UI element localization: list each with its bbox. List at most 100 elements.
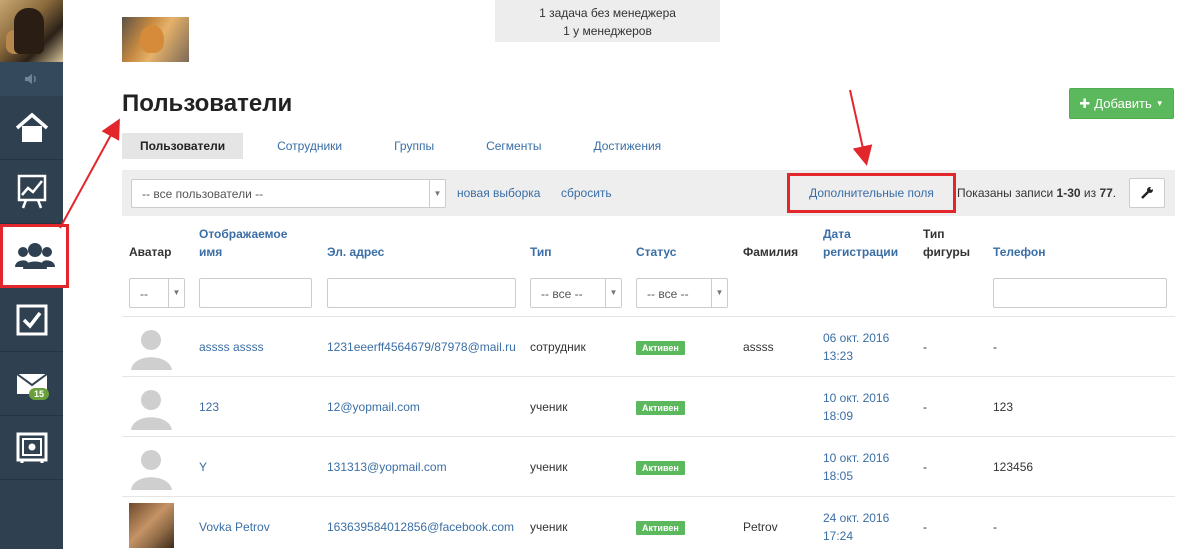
type-filter[interactable]: -- все -- ▼ [530, 278, 622, 308]
segment-select-value: -- все пользователи -- [142, 187, 264, 201]
segment-select[interactable]: -- все пользователи -- ▼ [131, 179, 446, 208]
sidebar-item-settings[interactable] [0, 416, 63, 480]
sidebar-item-statistics[interactable] [0, 160, 63, 224]
user-email-link[interactable]: 12@yopmail.com [327, 398, 420, 416]
column-filters: -- ▼ -- все -- ▼ -- все -- ▼ [122, 276, 1175, 316]
table-row[interactable]: Y 131313@yopmail.com ученик Активен 10 о… [122, 436, 1175, 496]
chart-board-icon [17, 174, 46, 208]
settings-button[interactable] [1129, 178, 1165, 208]
figure-type: - [923, 460, 927, 474]
chevron-down-icon: ▼ [168, 279, 184, 307]
status-badge: Активен [636, 521, 685, 535]
user-type: сотрудник [530, 340, 586, 354]
chevron-down-icon: ▼ [605, 279, 621, 307]
user-phone: 123456 [993, 460, 1034, 474]
plus-icon: ✚ [1079, 95, 1091, 111]
records-shown: Показаны записи 1-30 из 77. [957, 186, 1117, 200]
registration-date: 24 окт. 2016 17:24 [823, 511, 890, 543]
registration-date: 10 окт. 2016 18:05 [823, 451, 890, 483]
notice-line-assigned: 1 у менеджеров [563, 24, 652, 38]
figure-type: - [923, 400, 927, 414]
figure-type: - [923, 520, 927, 534]
chevron-down-icon: ▼ [711, 279, 727, 307]
user-email-link[interactable]: 163639584012856@facebook.com [327, 518, 514, 536]
caret-down-icon: ▼ [1155, 99, 1164, 108]
user-phone: - [993, 520, 997, 534]
col-avatar: Аватар [129, 245, 172, 259]
user-name-link[interactable]: Y [199, 458, 207, 476]
user-type: ученик [530, 400, 568, 414]
safe-gear-icon [16, 432, 47, 463]
table-row[interactable]: Vovka Petrov 163639584012856@facebook.co… [122, 496, 1175, 549]
status-badge: Активен [636, 401, 685, 415]
phone-filter-input[interactable] [993, 278, 1167, 308]
tab-groups[interactable]: Группы [376, 133, 452, 159]
table-header: Аватар Отображаемое имя Эл. адрес Тип Ста… [122, 222, 1175, 270]
table-row[interactable]: assss assss 1231eeerff4564679/87978@mail… [122, 316, 1175, 376]
email-filter-input[interactable] [327, 278, 516, 308]
col-lastname: Фамилия [743, 245, 799, 259]
arrow-to-extra-fields [849, 89, 873, 166]
col-status[interactable]: Статус [636, 243, 676, 261]
new-selection-link[interactable]: новая выборка [457, 186, 540, 200]
sidebar-item-home[interactable] [0, 96, 63, 160]
task-notice[interactable]: 1 задача без менеджера 1 у менеджеров [495, 0, 720, 42]
page-title: Пользователи [122, 90, 293, 117]
col-registration-date[interactable]: Дата регистрации [823, 225, 898, 261]
sidebar-item-users[interactable] [0, 224, 69, 288]
add-button[interactable]: ✚ Добавить ▼ [1069, 88, 1174, 119]
sidebar-user-photo[interactable] [0, 0, 63, 62]
home-icon [15, 112, 48, 142]
tabs: Пользователи Сотрудники Группы Сегменты … [122, 133, 695, 159]
user-type: ученик [530, 460, 568, 474]
current-user-avatar[interactable] [122, 17, 189, 62]
display-name-filter-input[interactable] [199, 278, 312, 308]
add-button-label: Добавить [1094, 96, 1152, 111]
avatar-filter[interactable]: -- ▼ [129, 278, 185, 308]
tab-users[interactable]: Пользователи [122, 133, 244, 159]
reset-link[interactable]: сбросить [561, 186, 612, 200]
tab-segments[interactable]: Сегменты [468, 133, 559, 159]
status-filter[interactable]: -- все -- ▼ [636, 278, 728, 308]
table-row[interactable]: 123 12@yopmail.com ученик Активен 10 окт… [122, 376, 1175, 436]
wrench-icon [1141, 187, 1153, 199]
user-phone: - [993, 340, 997, 354]
status-badge: Активен [636, 341, 685, 355]
status-badge: Активен [636, 461, 685, 475]
registration-date: 06 окт. 2016 13:23 [823, 331, 890, 363]
notice-line-unassigned: 1 задача без менеджера [539, 6, 676, 20]
arrow-to-title [59, 118, 120, 229]
default-avatar-icon [129, 325, 174, 370]
filter-bar: -- все пользователи -- ▼ новая выборка с… [122, 170, 1175, 216]
sidebar-item-messages[interactable]: 15 [0, 352, 63, 416]
col-type[interactable]: Тип [530, 243, 552, 261]
col-phone[interactable]: Телефон [993, 243, 1045, 261]
user-type: ученик [530, 520, 568, 534]
col-display-name[interactable]: Отображаемое имя [199, 225, 287, 261]
chevron-down-icon: ▼ [429, 180, 445, 207]
speaker-icon[interactable] [0, 62, 63, 96]
user-lastname: Petrov [743, 520, 778, 534]
users-icon [14, 243, 55, 269]
user-name-link[interactable]: 123 [199, 398, 219, 416]
default-avatar-icon [129, 385, 174, 430]
user-lastname: assss [743, 340, 774, 354]
default-avatar-icon [129, 445, 174, 490]
sidebar-item-tasks[interactable] [0, 288, 63, 352]
figure-type: - [923, 340, 927, 354]
user-phone: 123 [993, 400, 1014, 414]
user-email-link[interactable]: 131313@yopmail.com [327, 458, 447, 476]
registration-date: 10 окт. 2016 18:09 [823, 391, 890, 423]
tab-achievements[interactable]: Достижения [575, 133, 679, 159]
sidebar: 15 [0, 0, 69, 549]
tab-employees[interactable]: Сотрудники [259, 133, 360, 159]
user-avatar [129, 503, 174, 548]
col-figure-type: Тип фигуры [923, 227, 970, 259]
extra-fields-link[interactable]: Дополнительные поля [787, 173, 956, 213]
user-name-link[interactable]: Vovka Petrov [199, 518, 270, 536]
col-email[interactable]: Эл. адрес [327, 243, 384, 261]
mail-count-badge: 15 [29, 388, 50, 400]
user-email-link[interactable]: 1231eeerff4564679/87978@mail.ru [327, 338, 516, 356]
checkbox-icon [16, 304, 47, 335]
user-name-link[interactable]: assss assss [199, 338, 264, 356]
